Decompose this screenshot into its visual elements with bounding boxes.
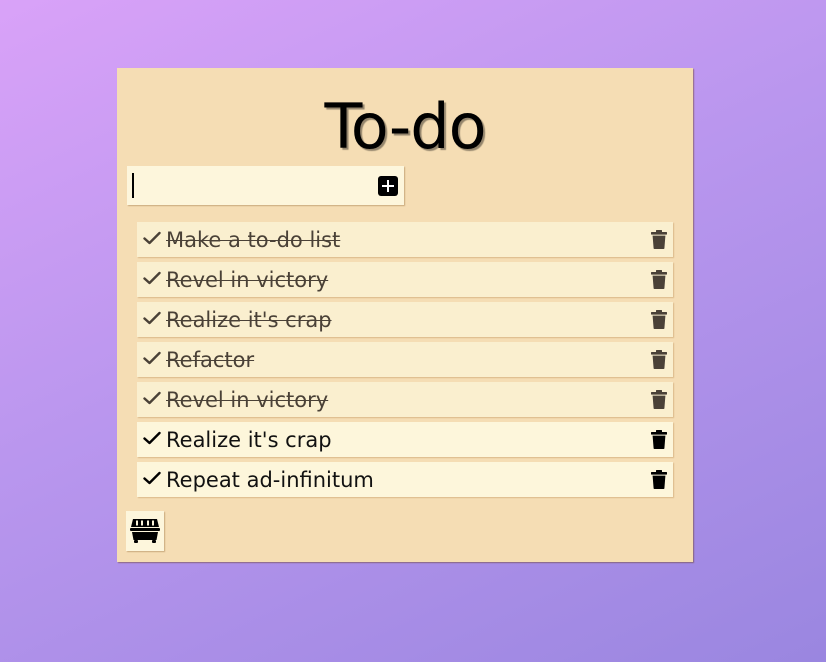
todo-item: Realize it's crap [137, 302, 673, 337]
check-icon[interactable] [143, 231, 161, 245]
trash-icon[interactable] [651, 430, 667, 449]
todo-item-text[interactable]: Repeat ad-infinitum [166, 467, 374, 493]
new-item-input[interactable] [127, 166, 367, 205]
trash-icon[interactable] [651, 270, 667, 289]
todo-item-text[interactable]: Revel in victory [166, 387, 328, 413]
todo-item: Make a to-do list [137, 222, 673, 257]
check-icon[interactable] [143, 271, 161, 285]
todo-list: Make a to-do list Revel in victory Reali… [137, 222, 673, 502]
trash-icon[interactable] [651, 350, 667, 369]
text-caret [132, 173, 134, 198]
trash-icon[interactable] [651, 230, 667, 249]
new-item-field[interactable] [127, 166, 404, 205]
todo-item: Repeat ad-infinitum [137, 462, 673, 497]
todo-item: Realize it's crap [137, 422, 673, 457]
todo-item-text[interactable]: Realize it's crap [166, 427, 332, 453]
check-icon[interactable] [143, 471, 161, 485]
todo-item-text[interactable]: Refactor [166, 347, 254, 373]
trash-icon[interactable] [651, 390, 667, 409]
add-item-button[interactable] [378, 176, 398, 196]
todo-item: Revel in victory [137, 382, 673, 417]
todo-item-text[interactable]: Make a to-do list [166, 227, 340, 253]
check-icon[interactable] [143, 351, 161, 365]
todo-item-text[interactable]: Revel in victory [166, 267, 328, 293]
trash-icon[interactable] [651, 470, 667, 489]
todo-item-text[interactable]: Realize it's crap [166, 307, 332, 333]
todo-card: To-do Make a to-do list Revel in victory [117, 68, 693, 562]
check-icon[interactable] [143, 311, 161, 325]
check-icon[interactable] [143, 391, 161, 405]
check-icon[interactable] [143, 431, 161, 445]
page-title: To-do [324, 90, 486, 163]
clear-completed-button[interactable] [126, 511, 164, 551]
todo-item: Revel in victory [137, 262, 673, 297]
todo-item: Refactor [137, 342, 673, 377]
trash-icon[interactable] [651, 310, 667, 329]
